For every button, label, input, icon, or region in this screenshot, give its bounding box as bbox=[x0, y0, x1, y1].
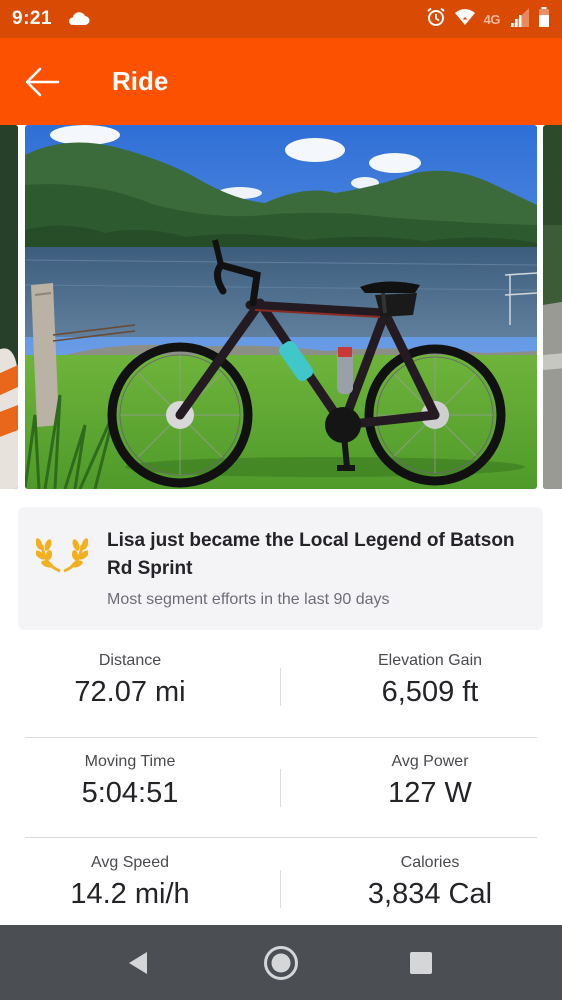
back-button[interactable] bbox=[22, 62, 66, 102]
app-bar: Ride bbox=[0, 38, 562, 125]
stat-value: 14.2 mi/h bbox=[70, 878, 190, 910]
local-legend-card[interactable]: Lisa just became the Local Legend of Bat… bbox=[18, 507, 543, 630]
legend-title: Lisa just became the Local Legend of Bat… bbox=[107, 530, 515, 579]
stat-distance: Distance 72.07 mi bbox=[15, 638, 245, 738]
stat-label: Avg Power bbox=[391, 753, 469, 770]
activity-stats: Distance 72.07 mi Elevation Gain 6,509 f… bbox=[25, 638, 537, 928]
status-icons: 4G bbox=[426, 6, 550, 32]
stats-row: Distance 72.07 mi Elevation Gain 6,509 f… bbox=[25, 638, 537, 738]
stat-label: Distance bbox=[98, 652, 162, 669]
stat-label: Avg Speed bbox=[91, 854, 169, 871]
arrow-left-icon bbox=[25, 67, 60, 97]
stat-value: 72.07 mi bbox=[74, 676, 186, 708]
photo-carousel[interactable] bbox=[0, 125, 562, 491]
status-bar: 9:21 4G bbox=[0, 0, 562, 38]
row-divider bbox=[25, 837, 537, 838]
stat-value: 6,509 ft bbox=[381, 676, 479, 708]
signal-icon bbox=[508, 6, 530, 33]
alarm-icon bbox=[426, 7, 446, 32]
stat-elevation-gain: Elevation Gain 6,509 ft bbox=[315, 638, 545, 738]
cloud-icon bbox=[66, 10, 90, 31]
stat-label: Moving Time bbox=[84, 753, 176, 770]
system-navigation-bar bbox=[0, 925, 562, 1000]
stat-value: 5:04:51 bbox=[81, 777, 179, 809]
page-title: Ride bbox=[112, 66, 169, 96]
stat-label: Elevation Gain bbox=[377, 652, 483, 669]
stat-value: 127 W bbox=[388, 777, 472, 809]
system-recents-button[interactable] bbox=[401, 943, 441, 983]
status-time: 9:21 bbox=[12, 8, 53, 29]
battery-icon bbox=[538, 6, 550, 33]
recents-square-icon bbox=[410, 952, 432, 974]
row-divider bbox=[25, 737, 537, 738]
laurel-icon bbox=[35, 531, 89, 580]
stat-moving-time: Moving Time 5:04:51 bbox=[15, 739, 245, 839]
photo-next[interactable] bbox=[543, 125, 562, 489]
stat-avg-power: Avg Power 127 W bbox=[315, 739, 545, 839]
wifi-icon bbox=[454, 8, 476, 31]
back-triangle-icon bbox=[129, 952, 147, 974]
column-divider bbox=[280, 870, 281, 908]
activity-screen: 9:21 4G Ride Lisa just became the Local … bbox=[0, 0, 562, 1000]
column-divider bbox=[280, 769, 281, 807]
photo-previous[interactable] bbox=[0, 125, 18, 489]
stat-label: Calories bbox=[400, 854, 460, 871]
activity-photo[interactable] bbox=[25, 125, 537, 489]
stats-row: Moving Time 5:04:51 Avg Power 127 W bbox=[25, 739, 537, 839]
stat-value: 3,834 Cal bbox=[367, 878, 493, 910]
system-home-button[interactable] bbox=[261, 943, 301, 983]
legend-subtitle: Most segment efforts in the last 90 days bbox=[107, 591, 390, 608]
network-type: 4G bbox=[483, 11, 501, 27]
system-back-button[interactable] bbox=[119, 943, 159, 983]
home-circle-icon bbox=[264, 946, 298, 980]
column-divider bbox=[280, 668, 281, 706]
